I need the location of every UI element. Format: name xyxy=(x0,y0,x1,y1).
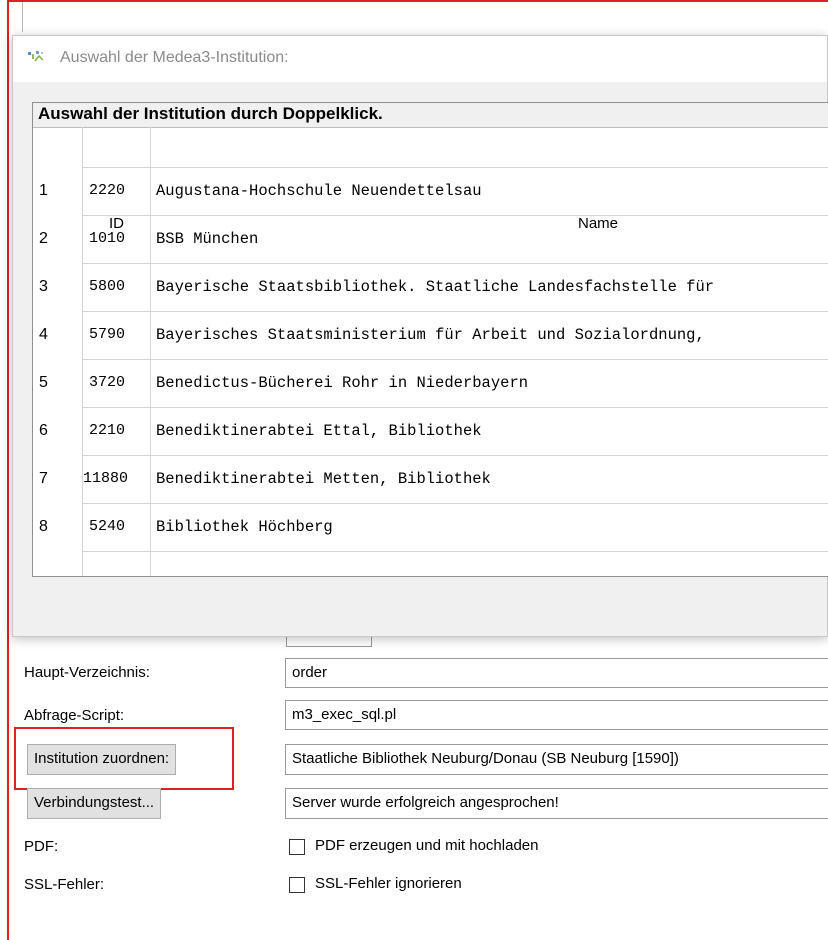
row-id: 2210 xyxy=(89,422,126,439)
table-row[interactable]: 8 5240 Bibliothek Höchberg xyxy=(33,504,828,552)
table-row[interactable]: 5 3720 Benedictus-Bücherei Rohr in Niede… xyxy=(33,360,828,408)
table-row[interactable]: 2 1010 BSB München xyxy=(33,216,828,264)
medea-app-icon xyxy=(27,49,47,65)
row-name: BSB München xyxy=(156,230,259,248)
institution-dialog: Auswahl der Medea3-Institution: Auswahl … xyxy=(12,35,828,637)
verbindungstest-status-field: Server wurde erfolgreich angesprochen! xyxy=(285,788,828,819)
highlight-box xyxy=(14,727,234,790)
row-number: 7 xyxy=(39,470,48,487)
row-id: 1010 xyxy=(89,230,126,247)
haupt-verzeichnis-field[interactable]: order xyxy=(285,658,828,688)
table-row[interactable]: 1 2220 Augustana-Hochschule Neuendettels… xyxy=(33,168,828,216)
row-id: 3720 xyxy=(89,374,126,391)
row-name: Benediktinerabtei Ettal, Bibliothek xyxy=(156,422,482,440)
annotation-border-top xyxy=(7,0,828,2)
row-number: 3 xyxy=(39,278,48,295)
row-number: 6 xyxy=(39,422,48,439)
pdf-checkbox[interactable] xyxy=(289,839,305,855)
abfrage-script-label: Abfrage-Script: xyxy=(24,707,125,724)
ssl-checkbox[interactable] xyxy=(289,877,305,893)
row-name: Benediktinerabtei Metten, Bibliothek xyxy=(156,470,491,488)
row-name: Bayerisches Staatsministerium für Arbeit… xyxy=(156,326,705,344)
ssl-checkbox-label[interactable]: SSL-Fehler ignorieren xyxy=(315,875,462,892)
ssl-fehler-label: SSL-Fehler: xyxy=(24,876,105,893)
background-divider xyxy=(22,2,23,32)
row-number: 5 xyxy=(39,374,48,391)
pdf-label: PDF: xyxy=(24,838,59,855)
institution-list[interactable]: Auswahl der Institution durch Doppelklic… xyxy=(32,102,828,577)
table-row[interactable]: 3 5800 Bayerische Staatsbibliothek. Staa… xyxy=(33,264,828,312)
institution-field[interactable]: Staatliche Bibliothek Neuburg/Donau (SB … xyxy=(285,744,828,775)
table-row[interactable]: 7 11880 Benediktinerabtei Metten, Biblio… xyxy=(33,456,828,504)
row-number: 1 xyxy=(39,182,48,199)
annotation-border-left xyxy=(7,0,9,940)
list-header-text: Auswahl der Institution durch Doppelklic… xyxy=(38,104,383,123)
row-id: 5790 xyxy=(89,326,126,343)
table-row[interactable]: 4 5790 Bayerisches Staatsministerium für… xyxy=(33,312,828,360)
row-id: 2220 xyxy=(89,182,126,199)
pdf-checkbox-label[interactable]: PDF erzeugen und mit hochladen xyxy=(315,837,538,854)
verbindungstest-button[interactable]: Verbindungstest... xyxy=(27,788,162,819)
row-number: 4 xyxy=(39,326,48,343)
list-header: Auswahl der Institution durch Doppelklic… xyxy=(33,103,828,128)
row-name: Benedictus-Bücherei Rohr in Niederbayern xyxy=(156,374,529,392)
dialog-titlebar: Auswahl der Medea3-Institution: xyxy=(13,36,827,82)
row-id: 5800 xyxy=(89,278,126,295)
row-name: Bayerische Staatsbibliothek. Staatliche … xyxy=(156,278,715,296)
row-name: Augustana-Hochschule Neuendettelsau xyxy=(156,182,482,200)
table-row[interactable]: 6 2210 Benediktinerabtei Ettal, Biblioth… xyxy=(33,408,828,456)
abfrage-script-field[interactable]: m3_exec_sql.pl xyxy=(285,700,828,730)
row-number: 2 xyxy=(39,230,48,247)
row-id: 5240 xyxy=(89,518,126,535)
row-number: 8 xyxy=(39,518,48,535)
dialog-title: Auswahl der Medea3-Institution: xyxy=(60,49,289,66)
row-name: Bibliothek Höchberg xyxy=(156,518,333,536)
haupt-verzeichnis-label: Haupt-Verzeichnis: xyxy=(24,664,150,681)
row-id: 11880 xyxy=(83,470,129,487)
